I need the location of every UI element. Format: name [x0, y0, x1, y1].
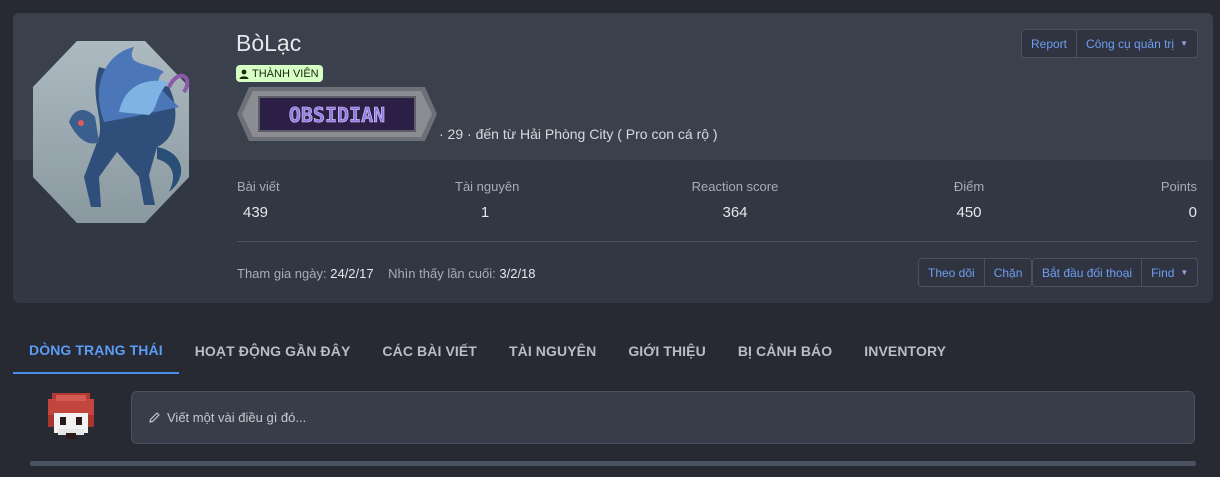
status-input[interactable]: Viết một vài điều gì đó... [131, 391, 1195, 444]
tab-resources[interactable]: TÀI NGUYÊN [493, 328, 612, 374]
stat-reaction-score[interactable]: Reaction score 364 [685, 179, 785, 221]
profile-avatar[interactable] [29, 27, 193, 235]
role-label: THÀNH VIÊN [252, 67, 319, 80]
tab-recent-activity[interactable]: HOẠT ĐỘNG GẦN ĐÂY [179, 328, 367, 374]
stat-value: 439 [243, 204, 269, 221]
stat-label: Điểm [953, 179, 985, 194]
content-divider [30, 461, 1196, 466]
profile-meta: · 29 · đến từ Hải Phòng City ( Pro con c… [439, 126, 718, 142]
chevron-down-icon: ▼ [1180, 268, 1189, 277]
joined-label: Tham gia ngày: [237, 266, 327, 281]
find-label: Find [1151, 265, 1175, 280]
tab-status[interactable]: DÒNG TRẠNG THÁI [13, 328, 179, 374]
pencil-icon [149, 412, 160, 423]
block-button[interactable]: Chặn [985, 259, 1032, 286]
admin-tools-button[interactable]: Công cụ quản trị ▼ [1077, 30, 1197, 57]
stat-resources[interactable]: Tài nguyên 1 [455, 179, 520, 221]
stat-score[interactable]: Điểm 450 [949, 179, 989, 221]
obsidian-banner: OBSIDIAN [237, 87, 437, 141]
report-button[interactable]: Report [1022, 30, 1078, 57]
last-seen-date: 3/2/18 [499, 266, 536, 281]
conversation-actions: Bắt đầu đối thoại Find ▼ [1032, 258, 1199, 287]
tab-inventory[interactable]: INVENTORY [848, 328, 962, 374]
stat-value: 1 [480, 204, 490, 221]
stat-value: 0 [1188, 204, 1197, 221]
username: BòLạc [236, 30, 302, 56]
current-user-avatar[interactable] [48, 393, 94, 439]
role-badge: THÀNH VIÊN [236, 65, 323, 82]
admin-tools-label: Công cụ quản trị [1086, 36, 1175, 51]
banner-text: OBSIDIAN [289, 103, 385, 127]
follow-actions: Theo dõi Chặn [918, 258, 1033, 287]
profile-card: BòLạc THÀNH VIÊN OBSIDIAN · 29 · đến từ … [13, 13, 1213, 303]
stat-value: 450 [956, 204, 982, 221]
stat-label: Reaction score [691, 179, 779, 194]
stat-label: Bài viết [237, 179, 280, 194]
join-info: Tham gia ngày: 24/2/17 Nhìn thấy lần cuố… [237, 266, 536, 281]
tab-about[interactable]: GIỚI THIỆU [612, 328, 722, 374]
top-actions: Report Công cụ quản trị ▼ [1021, 29, 1199, 58]
status-placeholder: Viết một vài điều gì đó... [167, 410, 307, 425]
find-button[interactable]: Find ▼ [1142, 259, 1197, 286]
start-conversation-button[interactable]: Bắt đầu đối thoại [1033, 259, 1143, 286]
stat-posts[interactable]: Bài viết 439 [237, 179, 280, 221]
follow-button[interactable]: Theo dõi [919, 259, 985, 286]
stat-label: Points [1160, 179, 1197, 194]
stat-value: 364 [722, 204, 748, 221]
tab-posts[interactable]: CÁC BÀI VIẾT [366, 328, 493, 374]
stat-label: Tài nguyên [455, 179, 520, 194]
chevron-down-icon: ▼ [1180, 39, 1189, 48]
stats-divider [237, 241, 1197, 242]
last-seen-label: Nhìn thấy lần cuối: [388, 266, 496, 281]
stat-points[interactable]: Points 0 [1153, 179, 1197, 221]
user-icon [239, 69, 249, 79]
joined-date: 24/2/17 [330, 266, 374, 281]
tab-warnings[interactable]: BỊ CẢNH BÁO [722, 328, 848, 374]
profile-tabs: DÒNG TRẠNG THÁI HOẠT ĐỘNG GẦN ĐÂY CÁC BÀ… [13, 328, 962, 374]
